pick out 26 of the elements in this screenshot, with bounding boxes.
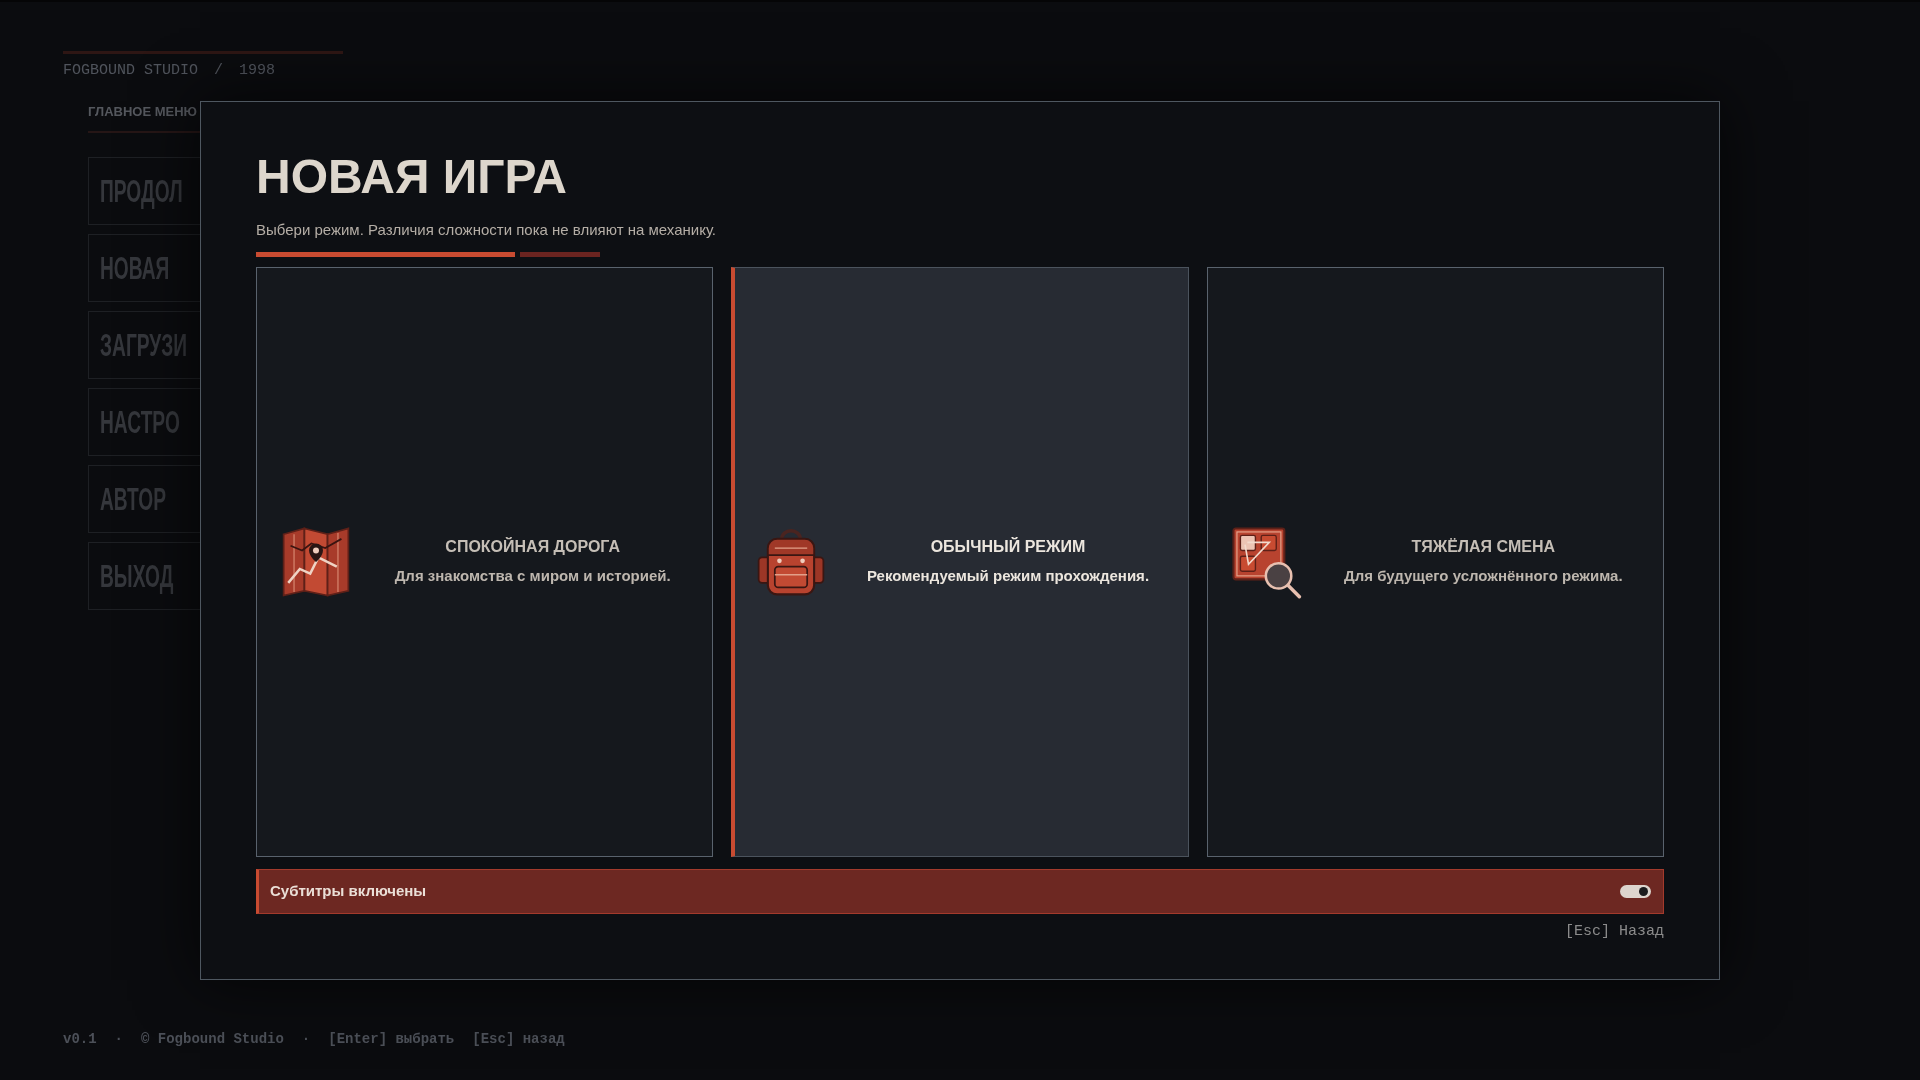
subtitles-toggle-row[interactable]: Субтитры включены (256, 868, 1664, 914)
mode-card[interactable]: СПОКОЙНАЯ ДОРОГА Для знакомства с миром и историей. (256, 266, 714, 857)
toggle-switch[interactable] (1620, 884, 1651, 898)
toggle-label: Субтитры включены (270, 880, 427, 901)
footer-text: [Enter] выбрать (328, 1030, 455, 1048)
mode-description: Рекомендуемый режим прохождения. (866, 566, 1150, 586)
mode-title: ОБЫЧНЫЙ РЕЖИМ (930, 537, 1086, 557)
mode-card[interactable]: ОБЫЧНЫЙ РЕЖИМ Рекомендуемый режим прохождения. (731, 266, 1189, 857)
footer-text: [Esc] назад (472, 1030, 565, 1048)
mode-description: Для будущего усложнённого режима. (1344, 566, 1623, 586)
footer-text: v0.1 (63, 1030, 97, 1048)
menu-heading: ГЛАВНОЕ МЕНЮ (88, 104, 199, 120)
separator-slash: / (214, 62, 224, 80)
mode-description: Для знакомства с миром и историей. (394, 566, 671, 586)
mode-title: ТЯЖЁЛАЯ СМЕНА (1411, 537, 1555, 557)
dialog-title: НОВАЯ ИГРА (256, 152, 567, 201)
footer-text: © Fogbound Studio (141, 1030, 284, 1048)
dialog-subtitle: Выбери режим. Различия сложности пока не влияют на механику. (256, 219, 717, 240)
mode-title: СПОКОЙНАЯ ДОРОГА (445, 537, 620, 557)
back-hint: [Esc] Назад (1564, 922, 1664, 941)
mode-card[interactable]: ТЯЖЁЛАЯ СМЕНА Для будущего усложнённого режима. (1206, 266, 1664, 857)
year-text: 1998 (239, 62, 276, 80)
footer-text: · (301, 1030, 311, 1048)
board-with-magnifier-icon (1229, 524, 1304, 599)
footer-text: · (114, 1030, 123, 1048)
studio-name: FOGBOUND STUDIO (63, 62, 199, 80)
